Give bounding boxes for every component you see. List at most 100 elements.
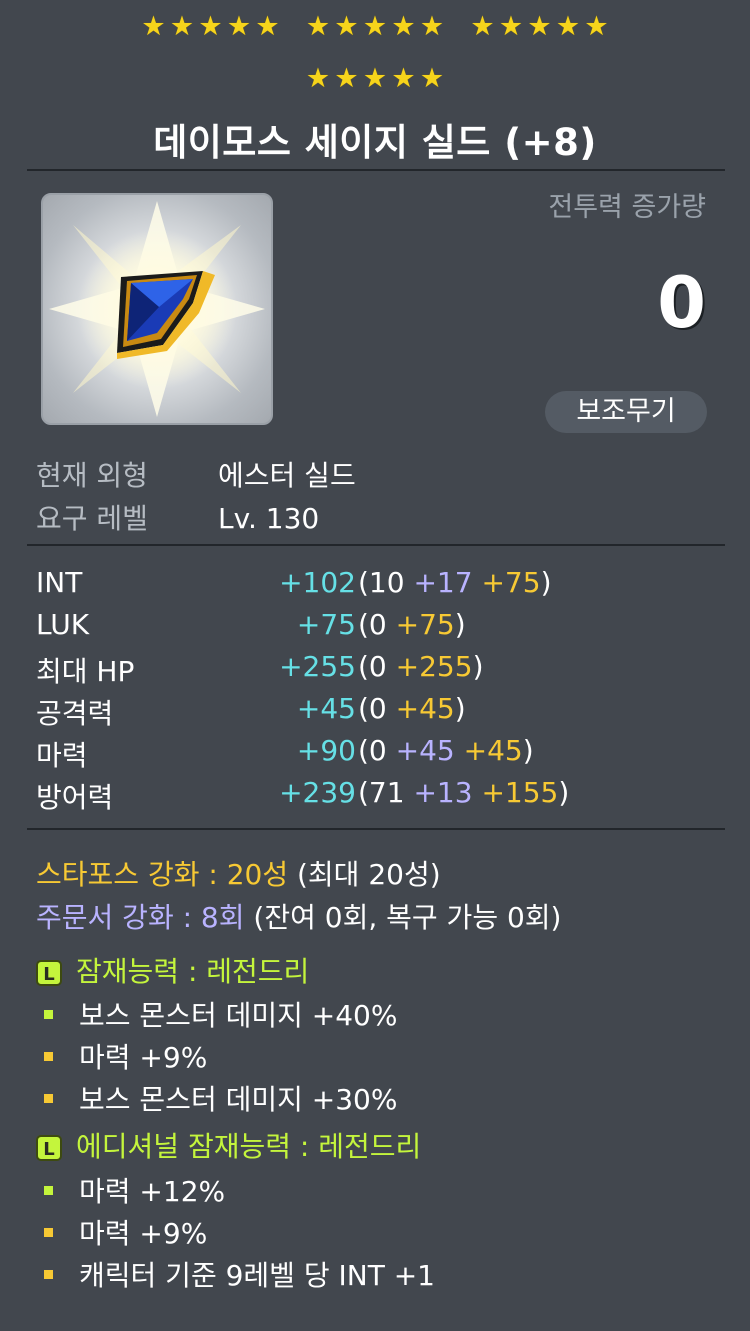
option-text: 마력 +9% bbox=[79, 1217, 208, 1250]
item-title: 데이모스 세이지 실드 (+8) bbox=[153, 121, 597, 164]
stat-total: +45 bbox=[296, 692, 356, 725]
stat-base: (10 bbox=[358, 566, 405, 599]
star-group: ★ ★ ★ ★ ★ bbox=[468, 12, 611, 42]
stat-name: 최대 HP bbox=[36, 655, 135, 688]
star-icon: ★ bbox=[584, 11, 609, 42]
divider bbox=[27, 169, 725, 171]
bullet-icon bbox=[44, 1185, 53, 1195]
star-icon: ★ bbox=[498, 11, 524, 42]
star-group: ★ ★ ★ ★ ★ bbox=[304, 12, 447, 42]
potential-option: 마력 +12% bbox=[44, 1170, 225, 1210]
info-value: 에스터 실드 bbox=[218, 459, 356, 492]
info-row-required-level: 요구 레벨 Lv. 130 bbox=[36, 497, 319, 537]
star-icon: ★ bbox=[305, 63, 331, 94]
bullet-icon bbox=[44, 1269, 53, 1279]
stat-row: 공격력 +45 (0 +45) bbox=[36, 692, 736, 732]
potential-option: 보스 몬스터 데미지 +40% bbox=[44, 994, 397, 1034]
stat-name: 공격력 bbox=[36, 697, 114, 730]
option-text: 캐릭터 기준 9레벨 당 INT +1 bbox=[79, 1259, 435, 1292]
stat-scroll-bonus: +45 bbox=[395, 734, 455, 767]
info-key: 현재 외형 bbox=[36, 459, 148, 492]
star-icon: ★ bbox=[419, 11, 445, 42]
divider bbox=[27, 544, 725, 546]
stat-starforce-bonus: +45 bbox=[463, 734, 523, 767]
star-icon: ★ bbox=[527, 11, 552, 42]
stat-total: +102 bbox=[279, 566, 356, 599]
stat-close: ) bbox=[558, 776, 570, 809]
stat-starforce-bonus: +75 bbox=[395, 608, 455, 641]
scroll-label: 주문서 강화 : 8회 bbox=[36, 901, 245, 934]
star-icon: ★ bbox=[362, 63, 388, 94]
deimos-sage-shield-icon bbox=[49, 201, 265, 417]
item-type-badge: 보조무기 bbox=[545, 391, 707, 433]
additional-title-row: L 에디셔널 잠재능력 : 레전드리 bbox=[36, 1125, 421, 1165]
star-icon: ★ bbox=[169, 11, 195, 42]
option-text: 보스 몬스터 데미지 +40% bbox=[79, 999, 398, 1032]
potential-title: 잠재능력 : 레전드리 bbox=[76, 955, 310, 988]
stat-close: ) bbox=[522, 734, 534, 767]
star-icon: ★ bbox=[305, 11, 331, 42]
stat-breakdown: (0 +45) bbox=[358, 692, 466, 725]
stat-base: (0 bbox=[358, 650, 387, 683]
info-key: 요구 레벨 bbox=[36, 502, 148, 535]
potential-option: 캐릭터 기준 9레벨 당 INT +1 bbox=[44, 1254, 435, 1294]
star-icon: ★ bbox=[141, 11, 166, 42]
star-icon: ★ bbox=[419, 63, 445, 94]
stat-starforce-bonus: +155 bbox=[481, 776, 559, 809]
stat-base: (0 bbox=[358, 734, 387, 767]
legendary-grade-icon: L bbox=[36, 960, 62, 986]
stat-row: 방어력 +239 (71 +13 +155) bbox=[36, 776, 736, 816]
item-icon-frame bbox=[41, 193, 273, 425]
bullet-icon bbox=[44, 1009, 53, 1019]
star-icon: ★ bbox=[255, 11, 280, 42]
stat-breakdown: (71 +13 +155) bbox=[358, 776, 569, 809]
stat-base: (0 bbox=[358, 692, 387, 725]
stat-name: LUK bbox=[36, 608, 90, 641]
potential-title-row: L 잠재능력 : 레전드리 bbox=[36, 950, 309, 990]
stat-close: ) bbox=[454, 692, 466, 725]
stat-base: (71 bbox=[358, 776, 405, 809]
bullet-icon bbox=[44, 1227, 53, 1237]
star-icon: ★ bbox=[334, 63, 359, 94]
stat-row: 마력 +90 (0 +45 +45) bbox=[36, 734, 736, 774]
star-group: ★ ★ ★ ★ ★ bbox=[304, 64, 447, 94]
option-text: 마력 +12% bbox=[79, 1175, 226, 1208]
star-icon: ★ bbox=[334, 11, 359, 42]
info-value: Lv. 130 bbox=[218, 502, 320, 535]
star-icon: ★ bbox=[391, 11, 416, 42]
scroll-note: (잔여 0회, 복구 가능 0회) bbox=[244, 901, 562, 934]
bullet-icon bbox=[44, 1093, 53, 1103]
starforce-label: 스타포스 강화 : 20성 bbox=[36, 858, 289, 891]
legendary-grade-icon: L bbox=[36, 1135, 62, 1161]
stat-breakdown: (0 +75) bbox=[358, 608, 466, 641]
stat-total: +239 bbox=[279, 776, 356, 809]
stat-close: ) bbox=[454, 608, 466, 641]
star-icon: ★ bbox=[391, 63, 416, 94]
potential-option: 마력 +9% bbox=[44, 1036, 207, 1076]
star-force-row-1: ★ ★ ★ ★ ★ ★ ★ ★ ★ ★ ★ ★ ★ ★ ★ bbox=[0, 12, 750, 42]
bullet-icon bbox=[44, 1051, 53, 1061]
stat-row: 최대 HP +255 (0 +255) bbox=[36, 650, 736, 690]
star-icon: ★ bbox=[555, 11, 581, 42]
star-icon: ★ bbox=[198, 11, 223, 42]
star-icon: ★ bbox=[362, 11, 388, 42]
stat-name: INT bbox=[36, 566, 83, 599]
star-icon: ★ bbox=[470, 11, 495, 42]
option-text: 보스 몬스터 데미지 +30% bbox=[79, 1083, 398, 1116]
starforce-note: (최대 20성) bbox=[288, 858, 441, 891]
stat-total: +255 bbox=[279, 650, 356, 683]
stat-total: +90 bbox=[296, 734, 356, 767]
stat-row: LUK +75 (0 +75) bbox=[36, 608, 736, 648]
stat-total: +75 bbox=[296, 608, 356, 641]
stat-name: 마력 bbox=[36, 739, 88, 772]
additional-title: 에디셔널 잠재능력 : 레전드리 bbox=[76, 1130, 422, 1163]
potential-option: 보스 몬스터 데미지 +30% bbox=[44, 1078, 397, 1118]
stat-name: 방어력 bbox=[36, 781, 114, 814]
combat-power-label: 전투력 증가량 bbox=[548, 192, 706, 223]
info-row-appearance: 현재 외형 에스터 실드 bbox=[36, 454, 356, 494]
star-force-row-2: ★ ★ ★ ★ ★ bbox=[0, 64, 750, 94]
stat-scroll-bonus: +13 bbox=[413, 776, 473, 809]
combat-power-value: 0 bbox=[657, 262, 706, 344]
starforce-line: 스타포스 강화 : 20성 (최대 20성) bbox=[36, 853, 441, 893]
stat-close: ) bbox=[540, 566, 552, 599]
